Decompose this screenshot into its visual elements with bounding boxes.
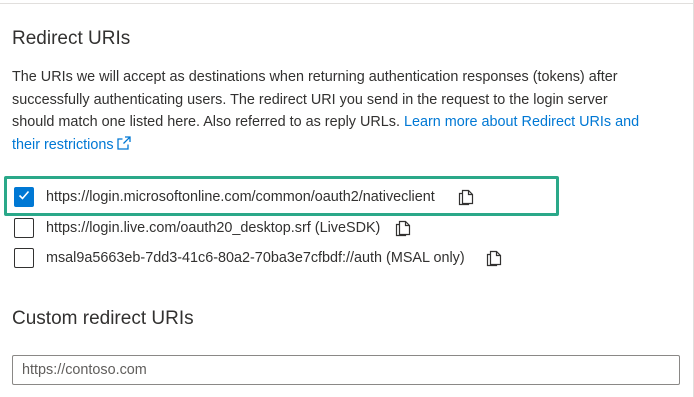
msal-checkbox[interactable] <box>14 248 34 268</box>
msal-uri-label: msal9a5663eb-7dd3-41c6-80a2-70ba3e7cfbdf… <box>46 250 465 266</box>
custom-redirect-uri-input[interactable] <box>12 355 680 385</box>
redirect-uris-heading: Redirect URIs <box>12 28 131 49</box>
copy-icon[interactable] <box>392 217 414 239</box>
checkmark-icon <box>17 188 31 207</box>
top-divider <box>0 3 694 4</box>
redirect-uris-description: The URIs we will accept as destinations … <box>12 66 642 158</box>
redirect-uri-option-msal[interactable]: msal9a5663eb-7dd3-41c6-80a2-70ba3e7cfbdf… <box>14 246 505 270</box>
copy-icon[interactable] <box>455 186 477 208</box>
livesdk-checkbox[interactable] <box>14 218 34 238</box>
nativeclient-checkbox[interactable] <box>14 187 34 207</box>
redirect-uri-option-livesdk[interactable]: https://login.live.com/oauth20_desktop.s… <box>14 216 414 240</box>
custom-redirect-uris-heading: Custom redirect URIs <box>12 308 194 329</box>
nativeclient-uri-label: https://login.microsoftonline.com/common… <box>46 189 435 205</box>
redirect-uri-option-nativeclient[interactable]: https://login.microsoftonline.com/common… <box>14 185 477 209</box>
external-link-icon <box>116 135 132 159</box>
copy-icon[interactable] <box>483 247 505 269</box>
livesdk-uri-label: https://login.live.com/oauth20_desktop.s… <box>46 220 381 236</box>
